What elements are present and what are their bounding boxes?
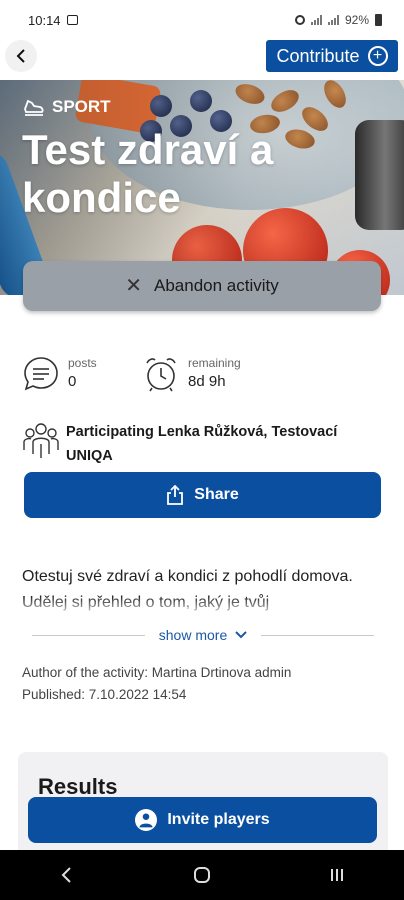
remaining-stat: remaining 8d 9h (142, 355, 241, 393)
status-time: 10:14 (28, 12, 61, 28)
remaining-value: 8d 9h (188, 373, 226, 390)
nav-home-icon[interactable] (191, 864, 213, 886)
running-shoe-icon (24, 99, 44, 116)
participants-text: Participating Lenka Růžková, Testovací U… (66, 424, 338, 464)
alarm-icon (294, 15, 305, 25)
divider (261, 634, 374, 636)
remaining-label: remaining (188, 356, 241, 370)
activity-meta: Author of the activity: Martina Drtinova… (22, 662, 291, 706)
description-fade (0, 596, 404, 618)
share-label: Share (194, 486, 239, 503)
contribute-button[interactable]: Contribute + (266, 40, 398, 72)
author-text: Author of the activity: Martina Drtinova… (22, 665, 292, 680)
chevron-down-icon (235, 631, 247, 639)
category-tag: SPORT (22, 95, 111, 119)
show-more-label: show more (158, 627, 228, 643)
invite-label: Invite players (167, 811, 270, 828)
message-icon (66, 15, 78, 25)
activity-detail-screen: 10:14 92% Contribute + SPORT Test zdraví… (0, 0, 404, 900)
status-right: 92% (294, 13, 382, 27)
category-label: SPORT (52, 97, 111, 116)
nav-back-icon[interactable] (56, 864, 78, 886)
close-icon: ✕ (125, 275, 142, 297)
share-button[interactable]: Share (24, 472, 381, 518)
divider (32, 634, 145, 636)
nav-recents-icon[interactable] (326, 864, 348, 886)
posts-stat: posts 0 (22, 355, 97, 393)
signal-icon-2 (327, 15, 339, 25)
posts-label: posts (68, 356, 97, 370)
battery-icon (375, 14, 382, 26)
show-more-row: show more (32, 626, 374, 644)
remaining-text: remaining 8d 9h (188, 355, 241, 393)
group-people-icon (23, 423, 59, 458)
alarm-clock-icon (146, 358, 176, 392)
system-nav-bar (0, 850, 404, 900)
chat-bubble-icon (24, 357, 58, 391)
activity-title: Test zdraví a kondice (22, 126, 274, 221)
posts-value: 0 (68, 373, 77, 390)
chevron-left-icon (16, 49, 25, 63)
battery-text: 92% (344, 13, 369, 27)
contribute-label: Contribute (276, 45, 360, 66)
add-person-icon (135, 809, 158, 831)
plus-circle-icon: + (367, 46, 388, 66)
invite-players-button[interactable]: Invite players (28, 797, 377, 843)
person-plus-glyph (139, 813, 153, 828)
show-more-link[interactable]: show more (145, 627, 261, 643)
back-button[interactable] (5, 40, 37, 72)
signal-icon (310, 15, 322, 25)
status-bar: 10:14 92% (0, 0, 404, 40)
posts-text: posts 0 (68, 355, 97, 393)
abandon-activity-button[interactable]: ✕ Abandon activity (23, 261, 381, 311)
abandon-label: Abandon activity (154, 276, 279, 295)
participants-row: Participating Lenka Růžková, Testovací U… (22, 420, 382, 468)
status-left: 10:14 (28, 13, 78, 28)
share-icon (167, 485, 184, 505)
published-text: Published: 7.10.2022 14:54 (22, 687, 187, 702)
